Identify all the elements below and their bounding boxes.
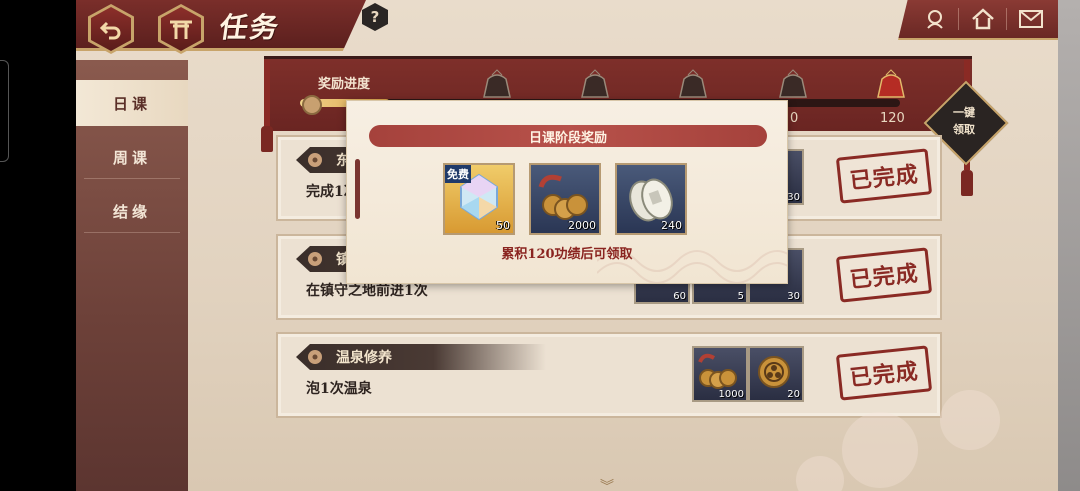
reward-count: 30 <box>787 192 800 203</box>
reward-count: 30 <box>787 291 800 302</box>
right-border <box>1058 0 1080 491</box>
game-screen: 任务 ? 日课 周课 结缘 奖励进度 0 120 一键 领取 东 完成1次 30… <box>0 0 1080 491</box>
progress-label: 奖励进度 <box>318 77 371 92</box>
help-button[interactable]: ? <box>362 3 388 31</box>
tab-weekly[interactable]: 周课 <box>76 134 188 180</box>
reward-tile-coins[interactable]: 2000 <box>529 163 601 235</box>
tassel-decoration <box>261 126 273 152</box>
modal-title: 日课阶段奖励 <box>528 131 607 146</box>
reward-count: 2000 <box>568 219 596 232</box>
tab-bond[interactable]: 结缘 <box>76 188 188 234</box>
home-roof-icon[interactable] <box>970 6 996 32</box>
top-icon-bar <box>898 0 1058 40</box>
tab-daily[interactable]: 日课 <box>76 80 188 126</box>
modal-scrollbar[interactable] <box>355 159 360 219</box>
task-description: 泡1次温泉 <box>306 381 372 397</box>
claim-all-label[interactable]: 一键 领取 <box>936 104 992 138</box>
page-title: 任务 <box>217 11 283 44</box>
milestone-number: 120 <box>880 111 905 126</box>
free-badge: 免费 <box>445 165 471 183</box>
reward-bag-icon[interactable] <box>776 67 810 101</box>
reward-tile-silver[interactable]: 240 <box>615 163 687 235</box>
sidebar: 日课 周课 结缘 <box>76 60 188 491</box>
scroll-down-icon[interactable]: ︾ <box>600 476 614 491</box>
reward-count: 5 <box>737 291 744 302</box>
stage-reward-modal: 日课阶段奖励 免费 50 2000 240 累积120功绩后可领取 <box>346 100 788 284</box>
sakura-icon <box>308 350 322 364</box>
left-letterbox <box>0 0 76 491</box>
milestone-number: 0 <box>790 111 799 126</box>
sakura-icon <box>308 153 322 167</box>
sakura-decoration <box>796 390 1000 491</box>
reward-tile[interactable]: 1000 <box>692 346 748 402</box>
mail-icon[interactable] <box>1018 6 1044 32</box>
completed-stamp: 已完成 <box>835 247 933 303</box>
task-ribbon: 温泉修养 <box>296 344 546 370</box>
torii-icon <box>170 20 192 39</box>
device-notch <box>0 60 9 162</box>
reward-count: 60 <box>673 291 686 302</box>
reward-tile-crystal[interactable]: 免费 50 <box>443 163 515 235</box>
tassel-decoration <box>961 170 973 196</box>
reward-bag-icon[interactable] <box>578 67 612 101</box>
reward-bag-icon[interactable] <box>480 67 514 101</box>
reward-bag-gold-icon[interactable] <box>874 67 908 101</box>
progress-coin-icon <box>302 95 322 115</box>
home-button[interactable] <box>158 4 204 54</box>
task-name: 温泉修养 <box>336 350 392 366</box>
modal-title-bar: 日课阶段奖励 <box>369 125 767 147</box>
completed-stamp: 已完成 <box>835 148 933 204</box>
reward-count: 240 <box>661 219 682 232</box>
reward-bag-icon[interactable] <box>676 67 710 101</box>
reward-count: 50 <box>496 219 510 232</box>
back-button[interactable] <box>88 4 134 54</box>
shikigami-icon[interactable] <box>922 6 948 32</box>
reward-count: 1000 <box>718 389 744 400</box>
modal-requirement-note: 累积120功绩后可领取 <box>501 247 633 262</box>
sakura-icon <box>308 252 322 266</box>
back-arrow-icon <box>99 21 121 40</box>
